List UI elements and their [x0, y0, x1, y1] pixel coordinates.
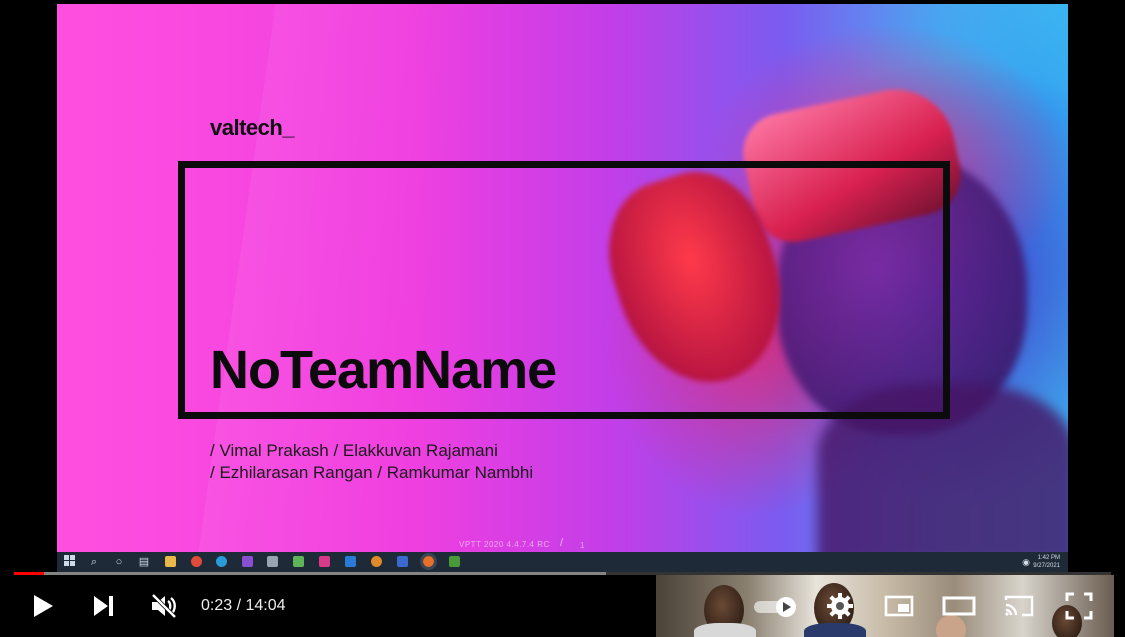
fullscreen-icon[interactable] [1063, 590, 1095, 622]
taskbar-time: 1:42 PM [1037, 555, 1060, 561]
chrome-icon[interactable] [191, 556, 202, 567]
search-icon[interactable]: ⌕ [87, 555, 101, 569]
vscode-icon[interactable] [345, 556, 356, 567]
app-icon-2[interactable] [397, 556, 408, 567]
members-line-2: / Ezhilarasan Rangan / Ramkumar Nambhi [210, 463, 534, 482]
task-view-icon[interactable]: ▤ [137, 555, 151, 569]
cast-icon[interactable] [1003, 590, 1035, 622]
settings-gear-icon[interactable] [824, 590, 856, 622]
taskbar-date: 9/27/2021 [1033, 563, 1060, 569]
play-icon[interactable] [34, 595, 53, 617]
network-icon[interactable]: ◉ [1022, 557, 1030, 568]
miniplayer-icon[interactable] [883, 590, 915, 622]
terminal-icon[interactable] [449, 556, 460, 567]
team-name-title: NoTeamName [210, 340, 557, 400]
time-total: 14:04 [245, 597, 286, 614]
slide-separator: / [560, 537, 564, 549]
version-label: VPTT 2020 4.4.7.4 RC [459, 540, 550, 549]
visual-studio-icon[interactable] [242, 556, 253, 567]
muted-volume-icon[interactable] [150, 593, 178, 619]
autoplay-toggle[interactable] [754, 597, 798, 617]
next-icon[interactable] [94, 596, 116, 618]
windows-taskbar: ⌕ ○ ▤ ◉ 1:42 PM 9/27/2021 [57, 552, 1068, 572]
slide-page-number: 1 [580, 541, 585, 550]
unity-icon[interactable] [319, 556, 330, 567]
notepad-icon[interactable] [293, 556, 304, 567]
time-current: 0:23 [201, 597, 233, 614]
edge-icon[interactable] [216, 556, 227, 567]
app-icon[interactable] [371, 556, 382, 567]
time-display: 0:23 / 14:04 [201, 597, 286, 615]
autoplay-play-icon [776, 597, 796, 617]
cortana-icon[interactable]: ○ [112, 555, 126, 569]
taskbar-clock[interactable]: 1:42 PM 9/27/2021 [1033, 554, 1060, 570]
valtech-logo: valtech_ [210, 115, 295, 140]
file-explorer-icon[interactable] [165, 556, 176, 567]
windows-start-icon[interactable] [63, 555, 77, 569]
team-members: / Vimal Prakash / Elakkuvan Rajamani / E… [210, 440, 533, 484]
player-controls: 0:23 / 14:04 [0, 575, 1125, 637]
time-separator: / [232, 597, 246, 614]
video-frame-slide[interactable]: valtech_ NoTeamName / Vimal Prakash / El… [57, 4, 1068, 554]
theater-mode-icon[interactable] [942, 590, 976, 622]
video-player[interactable]: valtech_ NoTeamName / Vimal Prakash / El… [0, 0, 1125, 637]
members-line-1: / Vimal Prakash / Elakkuvan Rajamani [210, 441, 498, 460]
pen-icon[interactable] [267, 556, 278, 567]
firefox-icon[interactable] [420, 553, 437, 570]
